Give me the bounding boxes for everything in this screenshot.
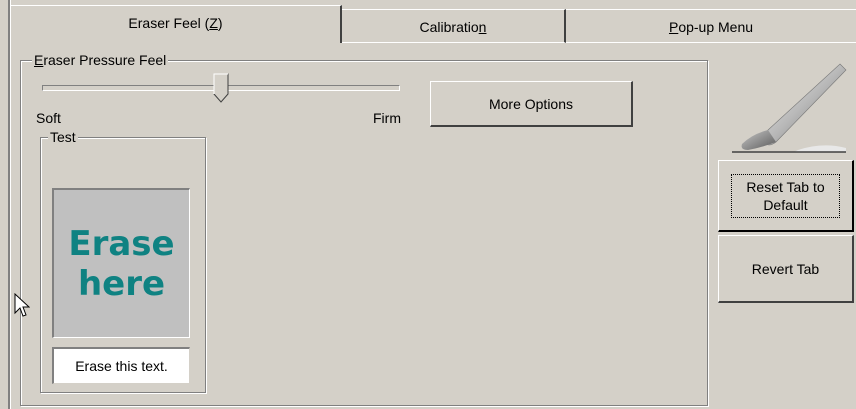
erase-line-2: here [77,263,166,304]
more-options-label: More Options [488,95,574,112]
tab-eraser-feel[interactable]: Eraser Feel (Z) [10,5,342,43]
eraser-pressure-group-title: Eraser Pressure Feel [32,52,169,68]
erase-text-value: Erase this text. [75,358,168,374]
group-title-text: raser Pressure Feel [43,52,167,68]
tab-eraser-label-end: ) [217,15,223,31]
tab-popup-label: op-up Menu [678,19,754,35]
erase-text-field[interactable]: Erase this text. [52,347,190,384]
pressure-slider-thumb[interactable] [213,73,229,103]
tab-popup-accesskey: P [668,19,679,35]
revert-tab-label: Revert Tab [751,260,820,277]
erase-here-area[interactable]: Erase here [52,188,190,338]
pen-eraser-icon [732,63,847,153]
more-options-button[interactable]: More Options [430,81,633,127]
revert-tab-button[interactable]: Revert Tab [718,235,854,303]
reset-tab-label-1: Reset Tab to [746,178,825,195]
tab-calibration-accesskey: n [478,19,487,35]
group-title-accesskey: E [34,52,44,68]
soft-label: Soft [36,110,61,126]
tab-calibration[interactable]: Calibration [342,9,566,43]
tab-calibration-label: Calibratio [419,19,479,35]
tab-eraser-label: Eraser Feel ( [128,15,210,31]
firm-label: Firm [373,110,401,126]
tab-popup-menu[interactable]: Pop-up Menu [566,9,856,43]
reset-tab-button[interactable]: Reset Tab to Default [718,160,854,232]
reset-tab-label-2: Default [763,196,808,213]
test-group-title: Test [48,129,78,145]
erase-line-1: Erase [68,223,175,264]
reset-tab-focus-rect: Reset Tab to Default [731,173,840,218]
mouse-cursor-icon [14,293,30,317]
window-left-border [8,0,11,409]
tab-eraser-accesskey: Z [209,15,218,31]
